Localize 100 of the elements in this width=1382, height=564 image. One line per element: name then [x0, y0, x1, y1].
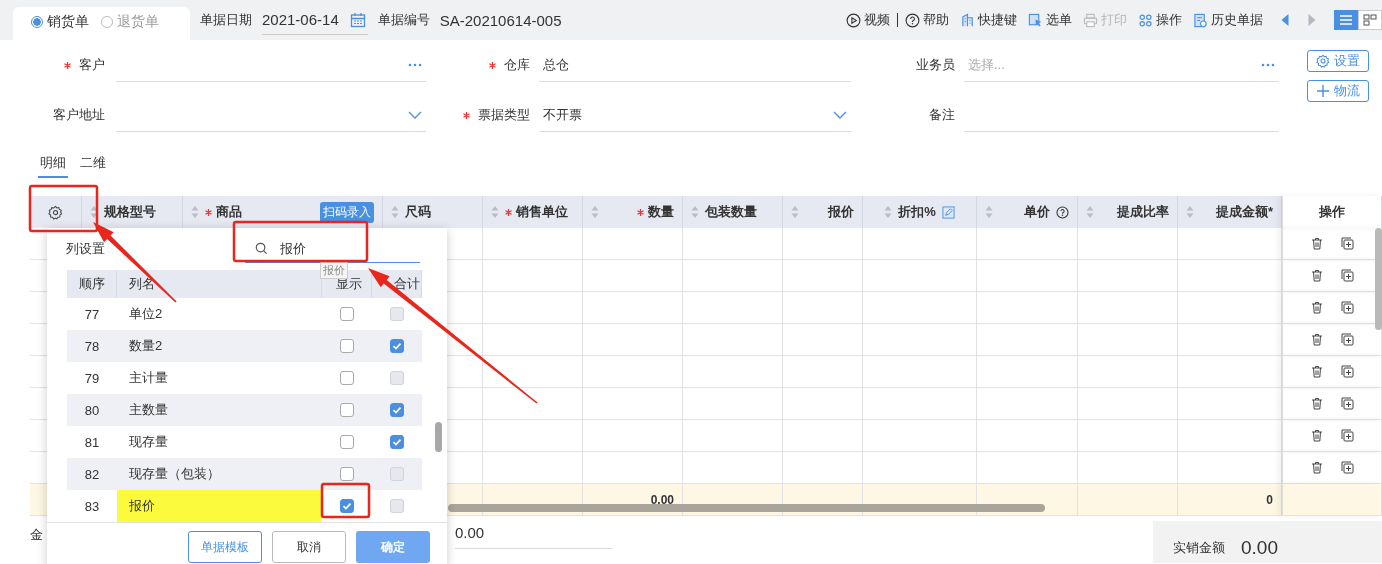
checkbox[interactable]: [340, 339, 354, 353]
input-field[interactable]: 总仓: [539, 48, 851, 82]
header-label: 折扣%: [898, 203, 936, 221]
scrollbar[interactable]: [448, 504, 1045, 512]
checkbox[interactable]: [390, 339, 404, 353]
previous-arrow-icon[interactable]: [1280, 13, 1290, 27]
field-label: 单据编号: [377, 11, 430, 29]
copy-icon[interactable]: [1340, 397, 1354, 410]
sort-icon[interactable]: [191, 205, 199, 219]
calendar-icon: [349, 11, 366, 28]
header-label: 报价: [828, 203, 854, 221]
checkbox[interactable]: [340, 467, 354, 481]
table-cell-text: 现存量（包装）: [128, 465, 221, 483]
toolbar-button[interactable]: 选单: [1028, 11, 1072, 29]
copy-icon[interactable]: [1340, 429, 1354, 442]
checkbox[interactable]: [340, 499, 354, 513]
required-icon: [489, 61, 496, 69]
view-toggle-button[interactable]: [1358, 10, 1382, 30]
scrollbar[interactable]: [1375, 228, 1382, 330]
table-cell-text: 单位2: [128, 305, 164, 323]
checkbox[interactable]: [390, 403, 404, 417]
settings-icon[interactable]: [48, 204, 63, 220]
checkbox[interactable]: [340, 435, 354, 449]
table-cell-text: 主计量: [128, 369, 169, 387]
table-cell-text: 数量2: [128, 337, 164, 355]
print-icon: [1083, 12, 1098, 28]
toolbar-button[interactable]: 视频: [846, 11, 890, 29]
chevron-down-icon[interactable]: [408, 110, 422, 119]
table-cell-text: 79: [83, 369, 101, 388]
tab[interactable]: 二维: [78, 150, 108, 178]
copy-icon[interactable]: [1340, 237, 1354, 250]
table-cell-text: 81: [83, 433, 101, 452]
table-cell-text: 78: [83, 337, 101, 356]
sort-icon[interactable]: [884, 205, 893, 219]
building-icon: [960, 12, 975, 28]
copy-icon[interactable]: [1340, 269, 1354, 282]
checkbox[interactable]: [390, 435, 404, 449]
tooltip: 报价: [320, 262, 348, 279]
checkbox[interactable]: [340, 371, 354, 385]
toolbar-button[interactable]: 历史单据: [1193, 11, 1263, 29]
dropdown-field[interactable]: 不开票: [539, 98, 851, 132]
edit-icon[interactable]: [941, 205, 955, 219]
template-button[interactable]: 单据模板: [188, 531, 262, 563]
scrollbar[interactable]: [435, 422, 442, 452]
field-label: 客户地址: [52, 106, 106, 124]
copy-icon[interactable]: [1340, 333, 1354, 346]
delete-icon[interactable]: [1310, 269, 1323, 282]
field-label: 备注: [928, 106, 956, 124]
circles-icon: [1138, 12, 1153, 28]
delete-icon[interactable]: [1310, 237, 1323, 250]
required-icon: [64, 61, 71, 69]
checkbox[interactable]: [340, 403, 354, 417]
sort-icon[interactable]: [1186, 205, 1194, 219]
chevron-down-icon[interactable]: [833, 110, 847, 119]
header-label: 销售单位: [505, 203, 568, 221]
delete-icon[interactable]: [1310, 397, 1323, 410]
delete-icon[interactable]: [1310, 301, 1323, 314]
copy-icon[interactable]: [1340, 365, 1354, 378]
sort-icon[interactable]: [691, 205, 699, 219]
tab[interactable]: 明细: [38, 150, 68, 178]
toolbar-button[interactable]: 操作: [1138, 11, 1182, 29]
checkmark-icon: [391, 436, 403, 448]
help-icon[interactable]: [1056, 205, 1069, 219]
sort-icon[interactable]: [391, 205, 399, 219]
delete-icon[interactable]: [1310, 429, 1323, 442]
plus-icon: [1316, 84, 1330, 98]
field-label: 客户: [0, 56, 114, 74]
header-label: 操作: [1319, 203, 1345, 221]
sort-icon[interactable]: [90, 205, 98, 219]
delete-icon[interactable]: [1310, 461, 1323, 474]
table-cell-text: 82: [83, 465, 101, 484]
header-label: 尺码: [405, 203, 431, 221]
delete-icon[interactable]: [1310, 365, 1323, 378]
field-label: 仓库: [426, 56, 539, 74]
date-field[interactable]: 2021-06-14: [262, 5, 368, 35]
highlight-box: [28, 184, 99, 233]
copy-icon[interactable]: [1340, 301, 1354, 314]
cancel-button[interactable]: 取消: [272, 531, 346, 563]
view-toggle-button[interactable]: [1334, 10, 1358, 30]
more-icon[interactable]: [1261, 62, 1275, 67]
field-label: 票据类型: [426, 106, 539, 124]
list-view-icon: [1339, 14, 1353, 26]
more-icon[interactable]: [408, 62, 422, 67]
delete-icon[interactable]: [1310, 333, 1323, 346]
sort-icon[interactable]: [1086, 205, 1094, 219]
sort-icon[interactable]: [985, 205, 993, 219]
toolbar-button[interactable]: 快捷键: [960, 11, 1017, 29]
sort-icon[interactable]: [491, 205, 499, 219]
number-field[interactable]: SA-20210614-005: [439, 6, 562, 34]
header-label: 商品: [205, 203, 242, 221]
table-cell-text: 主数量: [128, 401, 169, 419]
highlight-box: [320, 482, 371, 519]
radio-button[interactable]: 销货单: [31, 13, 89, 31]
sort-icon[interactable]: [791, 205, 799, 219]
add-button[interactable]: 物流: [1307, 80, 1369, 102]
copy-icon[interactable]: [1340, 461, 1354, 474]
checkmark-icon: [391, 340, 403, 352]
checkbox[interactable]: [340, 307, 354, 321]
sort-icon[interactable]: [591, 205, 599, 219]
toolbar-button[interactable]: 帮助: [905, 11, 949, 29]
